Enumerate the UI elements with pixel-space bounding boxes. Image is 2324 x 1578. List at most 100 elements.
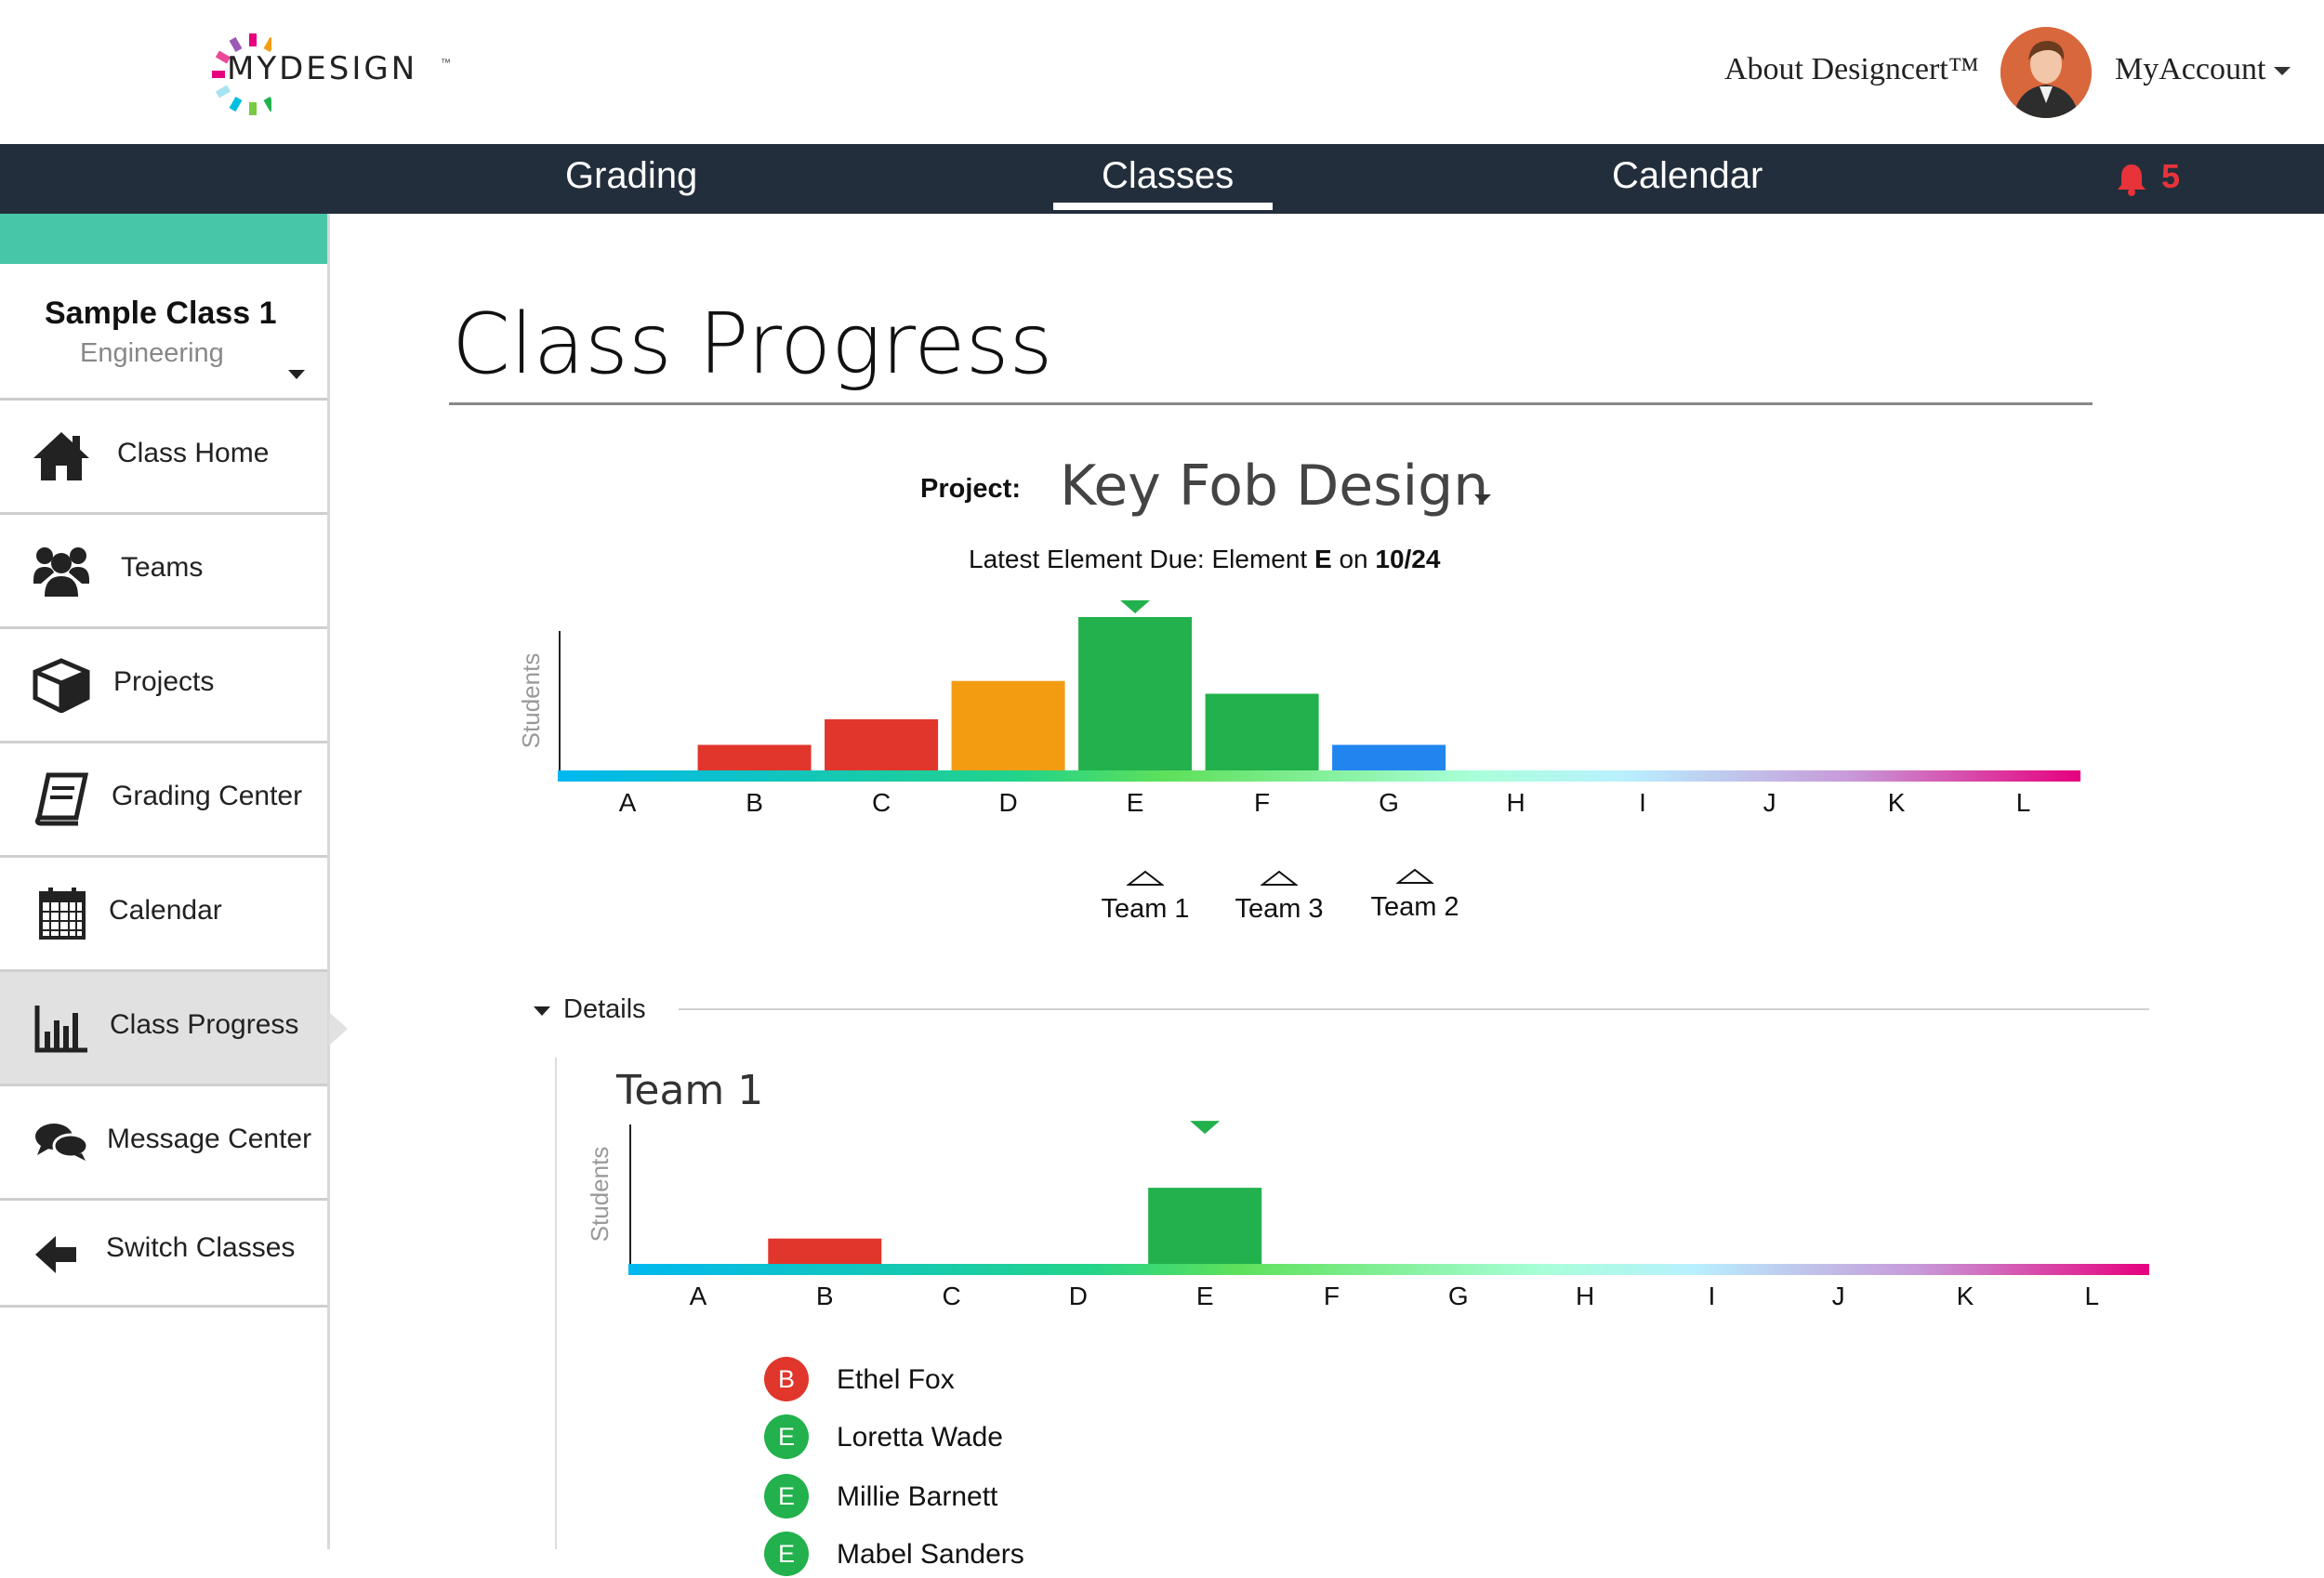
team-marker-label: Team 2 bbox=[1370, 892, 1459, 922]
x-tick-label: H bbox=[1506, 788, 1525, 817]
sidebar-item-switch-classes[interactable]: Switch Classes bbox=[0, 1201, 327, 1308]
page-title: Class Progress bbox=[452, 296, 1053, 393]
sidebar-item-message-center[interactable]: Message Center bbox=[0, 1086, 327, 1201]
team-marker-team-3[interactable]: Team 3 bbox=[1214, 870, 1344, 935]
team-marker-team-1[interactable]: Team 1 bbox=[1080, 870, 1210, 935]
tab-grading[interactable]: Grading bbox=[565, 155, 697, 197]
arrow-left-icon bbox=[35, 1236, 76, 1273]
notification-count[interactable]: 5 bbox=[2161, 157, 2180, 196]
latest-element-due: Latest Element Due: Element E on 10/24 bbox=[969, 545, 1440, 574]
sidebar-item-label: Class Progress bbox=[110, 1009, 299, 1040]
details-indent-line bbox=[555, 1058, 557, 1549]
avatar-portrait-icon bbox=[2000, 27, 2092, 118]
grade-badge: E bbox=[764, 1532, 809, 1576]
tab-classes[interactable]: Classes bbox=[1102, 155, 1234, 197]
calendar-icon bbox=[39, 888, 86, 940]
sidebar-item-calendar[interactable]: Calendar bbox=[0, 858, 327, 972]
bar-C bbox=[825, 719, 939, 770]
sidebar-item-teams[interactable]: Teams bbox=[0, 515, 327, 629]
x-tick-label: H bbox=[1576, 1282, 1594, 1310]
x-tick-label: F bbox=[1254, 788, 1270, 817]
about-link[interactable]: About Designcert™ bbox=[1724, 52, 1979, 87]
account-menu[interactable]: MyAccount bbox=[2115, 52, 2265, 87]
bar-D bbox=[951, 680, 1065, 770]
x-tick-label: E bbox=[1127, 788, 1144, 817]
tab-calendar[interactable]: Calendar bbox=[1612, 155, 1763, 197]
details-divider bbox=[679, 1008, 2149, 1010]
x-tick-label: J bbox=[1763, 788, 1776, 817]
chevron-down-icon[interactable] bbox=[288, 370, 305, 379]
x-tick-label: G bbox=[1448, 1282, 1469, 1310]
top-bar: MYDESIGN ™ About Designcert™ MyAccount bbox=[0, 0, 2324, 144]
triangle-up-icon bbox=[1396, 868, 1433, 884]
x-tick-label: L bbox=[2084, 1282, 2099, 1310]
sidebar-item-label: Teams bbox=[121, 552, 204, 583]
home-icon bbox=[33, 432, 89, 480]
x-tick-label: K bbox=[1957, 1282, 1974, 1310]
class-selector[interactable]: Sample Class 1 Engineering bbox=[0, 264, 327, 401]
bell-icon[interactable] bbox=[2116, 163, 2147, 196]
grade-badge: E bbox=[764, 1414, 809, 1459]
sidebar-accent-bar bbox=[0, 214, 327, 264]
details-toggle[interactable]: Details bbox=[563, 994, 646, 1025]
due-element: E bbox=[1314, 545, 1332, 573]
due-date: 10/24 bbox=[1375, 545, 1441, 573]
project-select[interactable]: Key Fob Design bbox=[1060, 454, 1488, 519]
triangle-up-icon bbox=[1261, 870, 1298, 886]
sidebar-item-label: Projects bbox=[113, 666, 215, 697]
active-tab-indicator bbox=[1053, 203, 1273, 210]
bar-B bbox=[697, 744, 812, 770]
student-name: Ethel Fox bbox=[837, 1364, 955, 1395]
x-tick-label: D bbox=[1069, 1282, 1088, 1310]
cube-icon bbox=[33, 658, 90, 713]
details-toggle-caret-icon[interactable] bbox=[534, 1006, 550, 1016]
grade-badge: E bbox=[764, 1474, 809, 1519]
sidebar-item-grading-center[interactable]: Grading Center bbox=[0, 743, 327, 858]
sidebar-item-class-progress[interactable]: Class Progress bbox=[0, 972, 348, 1086]
team-marker-team-2[interactable]: Team 2 bbox=[1350, 868, 1480, 933]
sidebar-item-label: Grading Center bbox=[112, 781, 303, 811]
logo-text: MYDESIGN bbox=[227, 50, 418, 87]
team-marker-label: Team 1 bbox=[1101, 894, 1190, 924]
main-nav: Grading Classes Calendar 5 bbox=[0, 144, 2324, 214]
x-tick-label: I bbox=[1639, 788, 1646, 817]
team-marker-label: Team 3 bbox=[1235, 894, 1324, 924]
chat-icon bbox=[35, 1124, 89, 1161]
x-tick-label: D bbox=[998, 788, 1017, 817]
student-name: Loretta Wade bbox=[837, 1422, 1003, 1453]
class-progress-chart: Students A B C D E F G H I J K L bbox=[517, 600, 2080, 817]
x-axis-gradient bbox=[628, 1264, 2149, 1275]
bar-E bbox=[1148, 1188, 1262, 1264]
x-tick-label: L bbox=[2016, 788, 2031, 817]
sidebar: Sample Class 1 Engineering Class Home Te… bbox=[0, 214, 348, 1549]
sidebar-item-class-home[interactable]: Class Home bbox=[0, 401, 327, 515]
bar-G bbox=[1332, 744, 1446, 770]
sidebar-item-label: Message Center bbox=[107, 1124, 312, 1154]
bar-B bbox=[768, 1238, 882, 1264]
due-prefix: Latest Element Due: Element bbox=[969, 545, 1314, 573]
title-divider bbox=[449, 402, 2093, 405]
logo-trademark: ™ bbox=[441, 58, 451, 69]
x-tick-label: I bbox=[1708, 1282, 1715, 1310]
sidebar-item-label: Calendar bbox=[109, 895, 222, 926]
chevron-down-icon[interactable] bbox=[2274, 67, 2291, 75]
student-name: Millie Barnett bbox=[837, 1481, 998, 1512]
book-icon bbox=[34, 772, 89, 826]
x-tick-label: A bbox=[690, 1282, 707, 1310]
x-tick-label: K bbox=[1888, 788, 1906, 817]
class-name[interactable]: Sample Class 1 bbox=[45, 296, 276, 332]
sidebar-item-label: Class Home bbox=[117, 438, 270, 468]
bar-chart-icon bbox=[34, 1006, 87, 1053]
avatar[interactable] bbox=[2000, 27, 2092, 118]
x-tick-label: A bbox=[619, 788, 637, 817]
x-tick-label: E bbox=[1196, 1282, 1214, 1310]
x-tick-label: J bbox=[1832, 1282, 1845, 1310]
sidebar-item-label: Switch Classes bbox=[106, 1232, 296, 1263]
users-icon bbox=[33, 547, 89, 597]
mydesign-logo[interactable]: MYDESIGN ™ bbox=[206, 30, 467, 123]
chevron-down-icon[interactable] bbox=[1474, 494, 1491, 503]
sidebar-item-projects[interactable]: Projects bbox=[0, 629, 327, 743]
x-tick-label: B bbox=[746, 788, 763, 817]
triangle-up-icon bbox=[1127, 870, 1164, 886]
grade-badge: B bbox=[764, 1357, 809, 1401]
